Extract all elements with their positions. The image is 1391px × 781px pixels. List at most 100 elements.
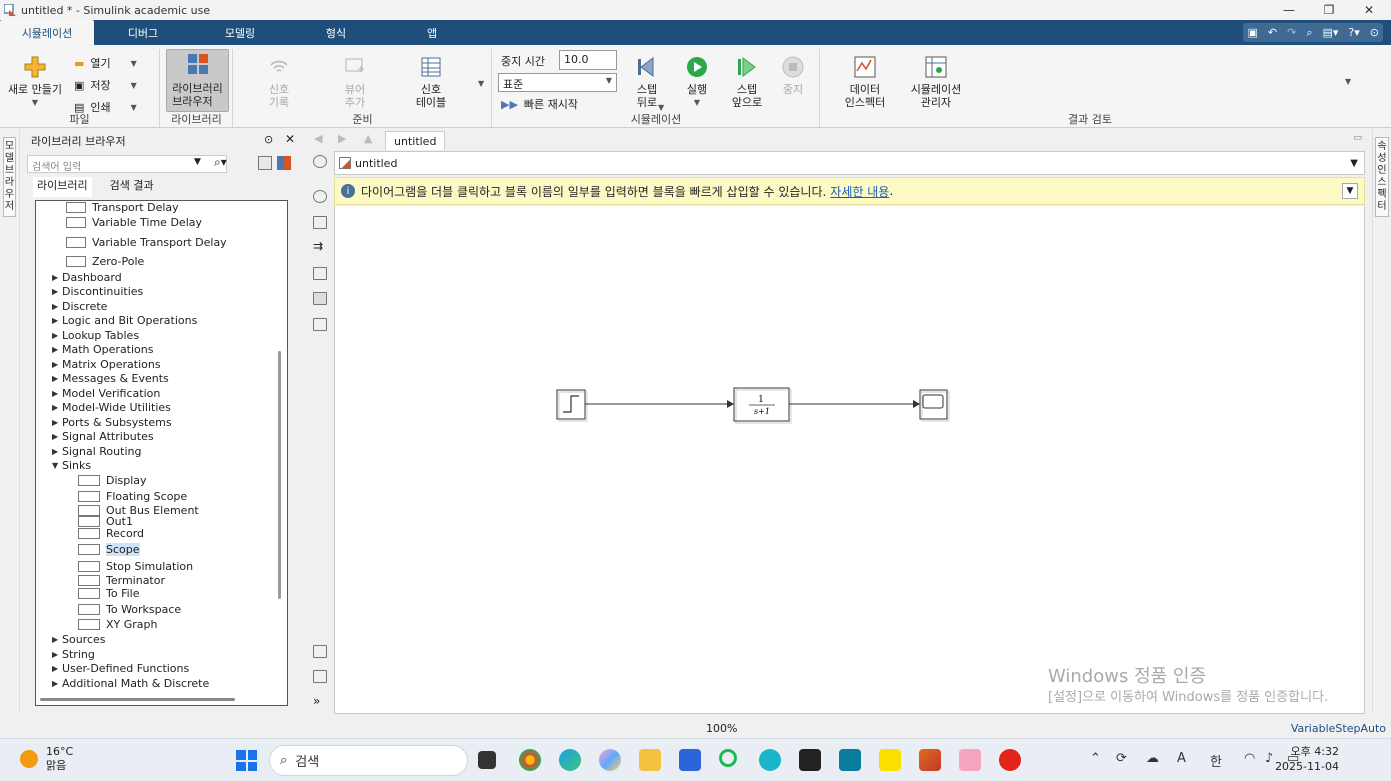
- collapsed-arrow-icon[interactable]: ▶: [52, 273, 62, 282]
- hide-browser-icon[interactable]: [313, 155, 327, 168]
- tree-block-item[interactable]: XY Graph: [78, 618, 158, 631]
- tree-block-item[interactable]: Floating Scope: [78, 490, 187, 503]
- ime-indicator[interactable]: 한: [1210, 751, 1222, 770]
- signal-line-1[interactable]: [585, 400, 734, 408]
- property-inspector-tab[interactable]: 속성 인스펙터: [1375, 137, 1389, 217]
- grid-view-icon[interactable]: [277, 156, 291, 170]
- annotation-icon[interactable]: [313, 267, 327, 280]
- store-icon[interactable]: [679, 749, 701, 771]
- list-view-icon[interactable]: [258, 156, 272, 170]
- tab-apps[interactable]: 앱: [384, 20, 480, 45]
- stop-button[interactable]: 중지: [773, 55, 813, 96]
- view-options-icon[interactable]: ▤▾: [1322, 26, 1338, 39]
- file-explorer-icon[interactable]: [639, 749, 661, 771]
- new-button[interactable]: 새로 만들기 ▼: [4, 55, 66, 109]
- app-green-ring-icon[interactable]: [719, 749, 737, 767]
- address-dropdown-icon[interactable]: ▼: [1350, 158, 1358, 169]
- collapsed-arrow-icon[interactable]: ▶: [52, 316, 62, 325]
- signal-log-button[interactable]: 신호 기록: [254, 55, 304, 109]
- task-view-icon[interactable]: [478, 751, 496, 769]
- undo-icon[interactable]: ↶: [1268, 26, 1277, 39]
- app-blue-icon[interactable]: [839, 749, 861, 771]
- tree-folder[interactable]: ▶ Lookup Tables: [52, 329, 139, 342]
- help-icon[interactable]: ?▾: [1348, 26, 1359, 39]
- notes-app-icon[interactable]: [799, 749, 821, 771]
- tree-folder[interactable]: ▶ Sources: [52, 633, 106, 646]
- collapse-ribbon-icon[interactable]: ⊙: [1370, 26, 1379, 39]
- area-icon[interactable]: [313, 318, 327, 331]
- tree-folder[interactable]: ▼ Sinks: [52, 459, 91, 472]
- info-dropdown-icon[interactable]: ▼: [1342, 183, 1358, 199]
- tree-block-item[interactable]: To File: [78, 587, 139, 600]
- scope-block[interactable]: [919, 389, 950, 422]
- tree-vertical-scrollbar[interactable]: [278, 351, 281, 599]
- back-arrow-icon[interactable]: ◀: [314, 132, 322, 145]
- tab-simulation[interactable]: 시뮬레이션: [0, 20, 94, 45]
- step-forward-button[interactable]: 스텝 앞으로: [725, 55, 769, 109]
- tab-search-results[interactable]: 검색 결과: [106, 177, 158, 197]
- signal-route-icon[interactable]: ⇉: [313, 239, 323, 253]
- transfer-fcn-block[interactable]: 1 s+1: [733, 387, 792, 424]
- add-viewer-button[interactable]: 뷰어 추가: [330, 55, 380, 109]
- app-teal-icon[interactable]: [759, 749, 781, 771]
- tree-folder[interactable]: ▶ Matrix Operations: [52, 358, 161, 371]
- wifi-icon[interactable]: ◠: [1244, 751, 1255, 766]
- tree-block-item[interactable]: Variable Time Delay: [66, 216, 202, 229]
- signal-table-button[interactable]: 신호 테이블: [406, 55, 456, 109]
- collapsed-arrow-icon[interactable]: ▶: [52, 432, 62, 441]
- font-indicator[interactable]: A: [1177, 751, 1186, 766]
- tree-block-item[interactable]: Variable Transport Delay: [66, 236, 227, 249]
- search-options-icon[interactable]: ⌕▾: [214, 155, 227, 170]
- model-explorer-icon[interactable]: [313, 670, 327, 683]
- screenshot-icon[interactable]: [313, 645, 327, 658]
- panel-menu-icon[interactable]: ⊙: [264, 133, 273, 146]
- tree-folder[interactable]: ▶ Messages & Events: [52, 372, 169, 385]
- search-history-dropdown-icon[interactable]: ▼: [194, 157, 201, 167]
- weather-widget[interactable]: 16°C 맑음: [20, 745, 73, 773]
- close-button[interactable]: ✕: [1349, 0, 1389, 20]
- zoom-level[interactable]: 100%: [706, 722, 737, 735]
- stop-time-input[interactable]: 10.0: [559, 50, 617, 70]
- learn-more-link[interactable]: 자세한 내용: [830, 183, 889, 200]
- ribbon-expand-icon[interactable]: ▼: [1345, 77, 1351, 86]
- collapsed-arrow-icon[interactable]: ▶: [52, 345, 62, 354]
- library-browser-button[interactable]: 라이브러리 브라우저: [166, 49, 229, 112]
- tree-folder[interactable]: ▶ Signal Attributes: [52, 430, 154, 443]
- model-browser-tab[interactable]: 모델 브라우저: [3, 137, 16, 217]
- collapsed-arrow-icon[interactable]: ▶: [52, 635, 62, 644]
- tree-folder[interactable]: ▶ Additional Math & Discrete: [52, 677, 209, 690]
- tab-format[interactable]: 형식: [288, 20, 384, 45]
- tree-block-item[interactable]: Terminator: [78, 574, 165, 587]
- tree-block-item[interactable]: To Workspace: [78, 603, 181, 616]
- copilot-icon[interactable]: [599, 749, 621, 771]
- collapsed-arrow-icon[interactable]: ▶: [52, 302, 62, 311]
- close-panel-icon[interactable]: ✕: [285, 132, 295, 146]
- pdf-app-icon[interactable]: [999, 749, 1021, 771]
- collapsed-arrow-icon[interactable]: ▶: [52, 287, 62, 296]
- maximize-button[interactable]: ❐: [1309, 0, 1349, 20]
- save-button[interactable]: ▣ 저장 ▼: [74, 77, 137, 93]
- minimize-button[interactable]: —: [1269, 0, 1309, 20]
- expanded-arrow-icon[interactable]: ▼: [52, 461, 62, 470]
- tab-untitled-model[interactable]: untitled: [385, 131, 445, 150]
- save-icon[interactable]: ▣: [1247, 26, 1257, 39]
- tree-folder[interactable]: ▶ Signal Routing: [52, 445, 141, 458]
- model-canvas[interactable]: 1 s+1 Windows 정품 인증 [설정]으로 이동하여 Windows를…: [334, 206, 1365, 714]
- simulation-mode-select[interactable]: 표준 ▼: [498, 73, 617, 92]
- matlab-icon[interactable]: [919, 749, 941, 771]
- tree-block-item[interactable]: Display: [78, 474, 147, 487]
- tree-block-item[interactable]: Scope: [78, 543, 140, 556]
- sync-icon[interactable]: ⟳: [1116, 751, 1127, 766]
- image-icon[interactable]: [313, 292, 327, 305]
- data-inspector-button[interactable]: 데이터 인스펙터: [835, 55, 895, 109]
- prepare-expand-icon[interactable]: ▼: [478, 79, 484, 88]
- collapsed-arrow-icon[interactable]: ▶: [52, 664, 62, 673]
- snipping-tool-icon[interactable]: [959, 749, 981, 771]
- volume-icon[interactable]: ♪: [1265, 751, 1273, 766]
- tree-folder[interactable]: ▶ Math Operations: [52, 343, 154, 356]
- tab-library[interactable]: 라이브러리: [33, 177, 92, 197]
- tree-folder[interactable]: ▶ Discontinuities: [52, 285, 143, 298]
- collapsed-arrow-icon[interactable]: ▶: [52, 650, 62, 659]
- chrome-icon[interactable]: [519, 749, 541, 771]
- fit-to-view-icon[interactable]: [313, 216, 327, 229]
